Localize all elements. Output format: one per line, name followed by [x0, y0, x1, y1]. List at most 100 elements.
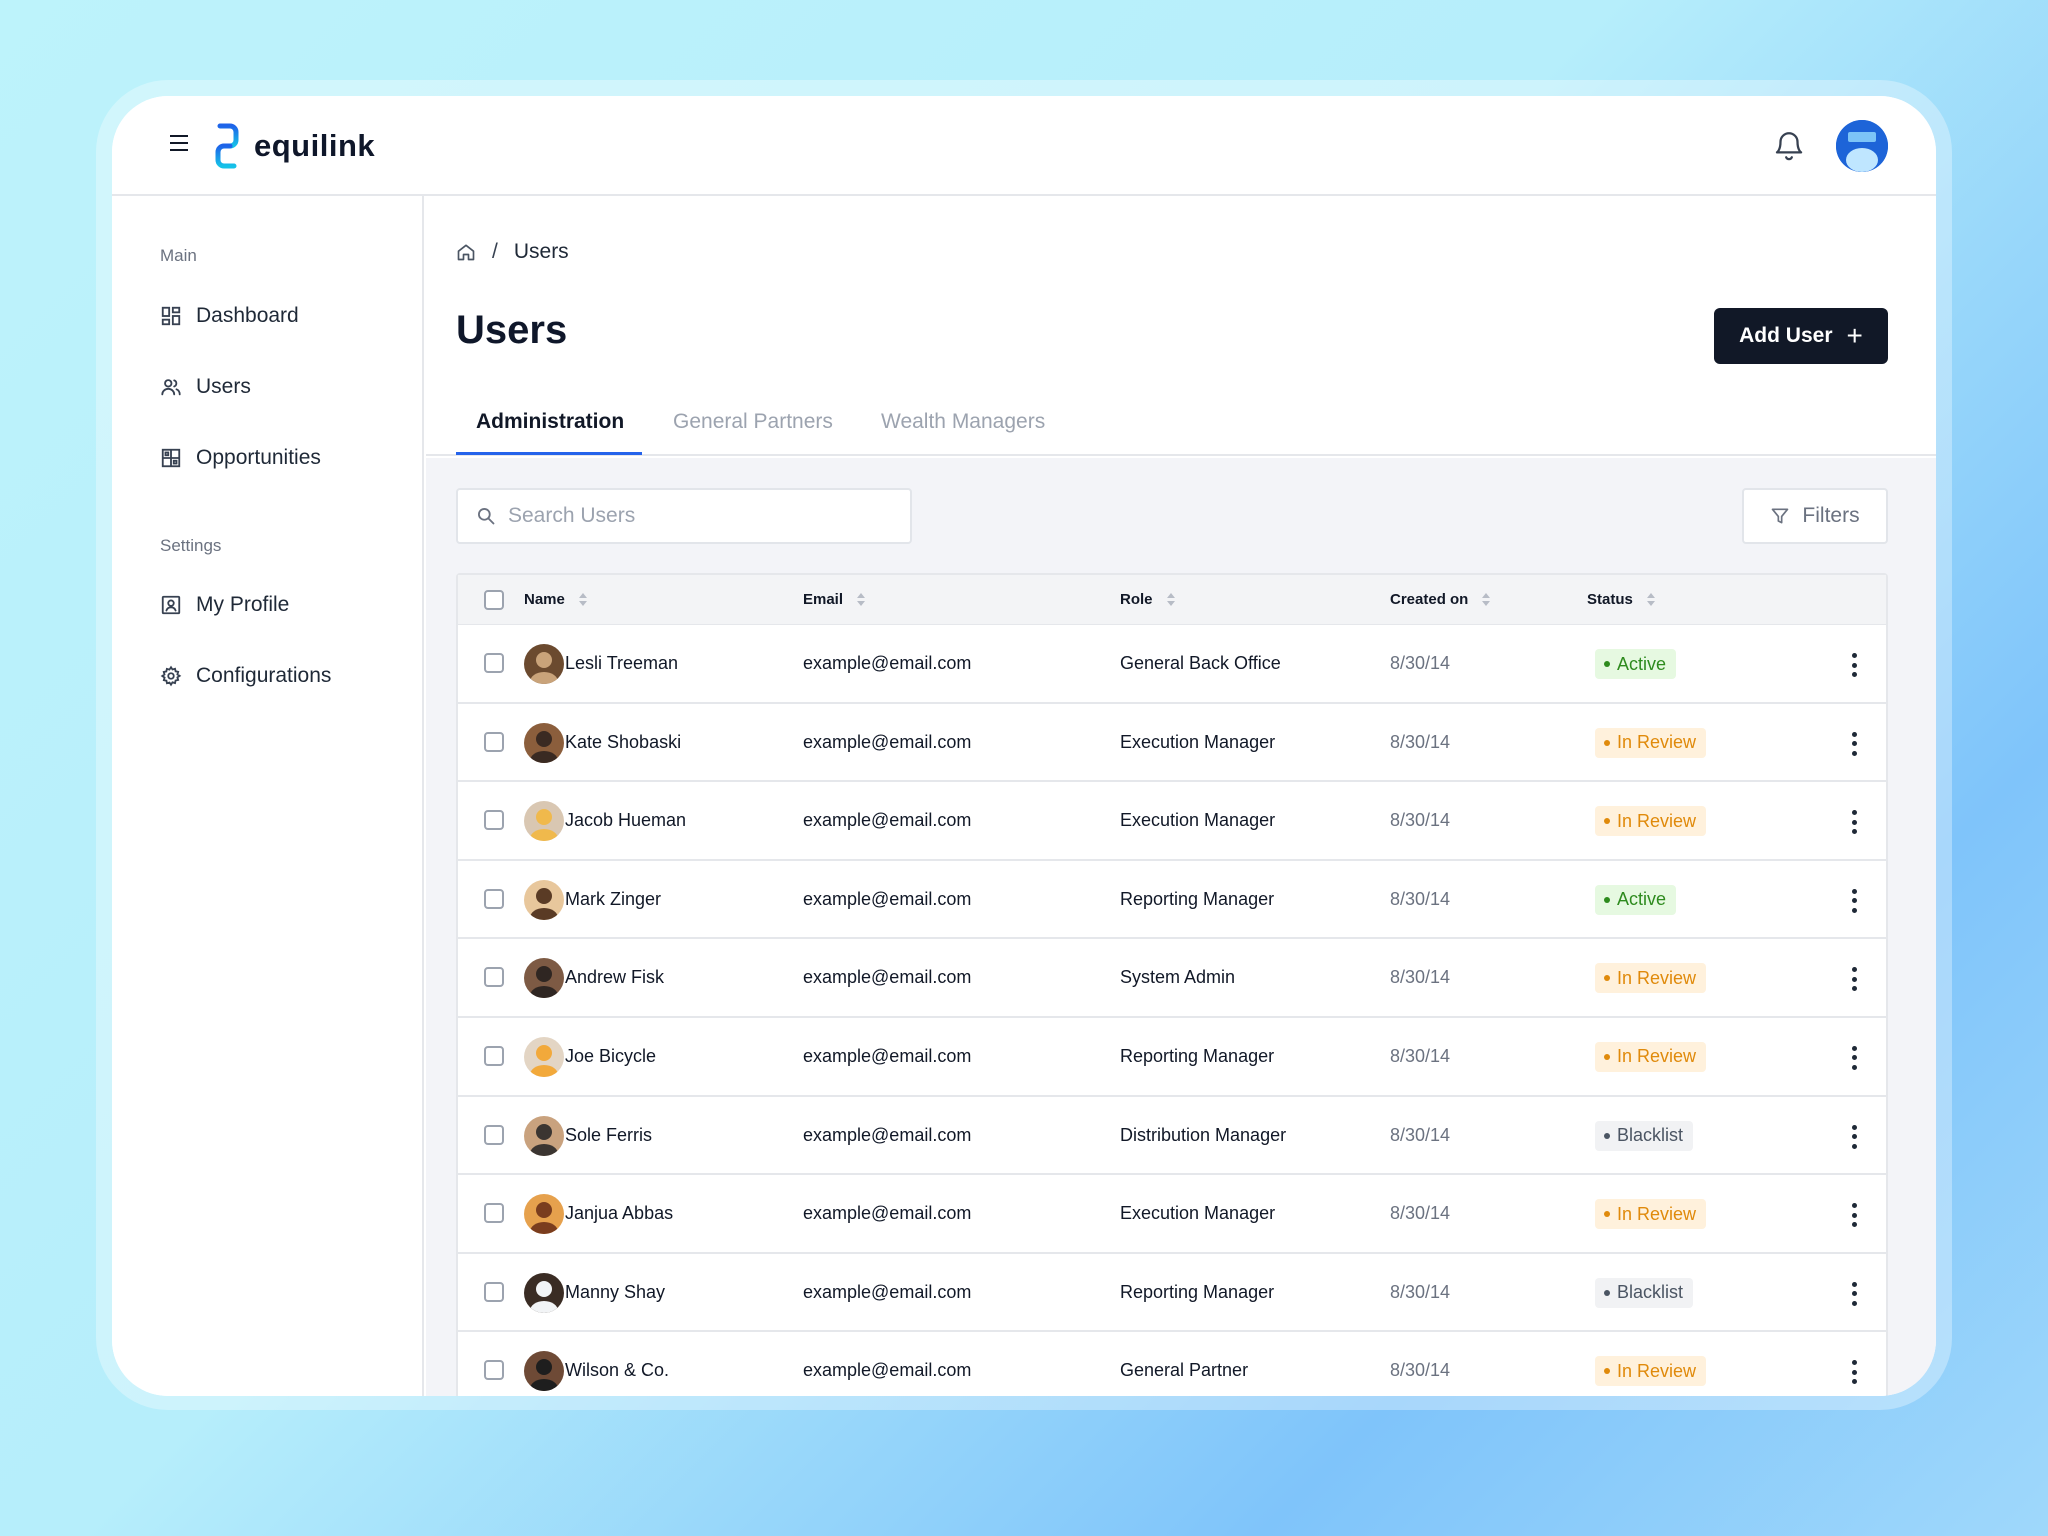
search-input[interactable]	[508, 504, 898, 528]
status-label: In Review	[1617, 732, 1697, 753]
column-header-created-on[interactable]: Created on	[1390, 591, 1491, 608]
table-panel: Filters Name Email Role Created on	[426, 458, 1936, 1396]
row-actions-menu-icon[interactable]	[1844, 807, 1864, 837]
user-avatar[interactable]	[1836, 120, 1888, 172]
table-row[interactable]: Manny Shay example@email.com Reporting Man…	[458, 1253, 1886, 1333]
table-row[interactable]: Jacob Hueman example@email.com Execution M…	[458, 782, 1886, 861]
user-name[interactable]: Lesli Treeman	[565, 653, 678, 674]
home-icon[interactable]	[456, 242, 476, 262]
status-label: Blacklist	[1617, 1282, 1684, 1303]
status-badge: In Review	[1595, 1199, 1707, 1230]
user-name[interactable]: Andrew Fisk	[565, 967, 664, 988]
user-name[interactable]: Joe Bicycle	[565, 1046, 656, 1067]
row-actions-menu-icon[interactable]	[1844, 1043, 1864, 1073]
sidebar-item-my-profile[interactable]: My Profile	[160, 585, 400, 625]
sidebar-item-opportunities[interactable]: Opportunities	[160, 438, 400, 478]
user-role: General Partner	[1120, 1360, 1249, 1381]
row-actions-menu-icon[interactable]	[1844, 1200, 1864, 1230]
created-date: 8/30/14	[1390, 1360, 1451, 1381]
row-actions-menu-icon[interactable]	[1844, 1357, 1864, 1387]
row-actions-menu-icon[interactable]	[1844, 1279, 1864, 1309]
column-header-status[interactable]: Status	[1587, 591, 1655, 608]
user-name[interactable]: Mark Zinger	[565, 889, 661, 910]
row-actions-menu-icon[interactable]	[1844, 886, 1864, 916]
status-label: Active	[1617, 889, 1667, 910]
column-header-role[interactable]: Role	[1120, 591, 1175, 608]
status-label: In Review	[1617, 810, 1697, 831]
row-checkbox[interactable]	[484, 731, 504, 752]
table-row[interactable]: Andrew Fisk example@email.com System Admin…	[458, 939, 1886, 1018]
add-user-label: Add User	[1739, 324, 1833, 347]
row-checkbox[interactable]	[484, 1203, 504, 1224]
user-role: Execution Manager	[1120, 731, 1276, 752]
top-bar: equilink	[112, 96, 1936, 196]
avatar	[524, 1115, 564, 1156]
search-box[interactable]	[456, 488, 912, 544]
sidebar-item-configurations[interactable]: Configurations	[160, 656, 400, 696]
user-email: example@email.com	[803, 1281, 972, 1302]
sidebar-section-settings: Settings	[160, 536, 222, 555]
row-checkbox[interactable]	[484, 1360, 504, 1381]
row-actions-menu-icon[interactable]	[1844, 650, 1864, 680]
row-checkbox[interactable]	[484, 1281, 504, 1302]
avatar	[524, 1194, 564, 1235]
app-window: equilink Main Dashboard Users Opportunit…	[112, 96, 1936, 1396]
status-badge: In Review	[1595, 1356, 1707, 1387]
status-label: In Review	[1617, 1203, 1697, 1224]
table-row[interactable]: Lesli Treeman example@email.com General Ba…	[458, 625, 1886, 704]
status-badge: Active	[1595, 649, 1677, 679]
user-name[interactable]: Sole Ferris	[565, 1125, 652, 1146]
row-checkbox[interactable]	[484, 810, 504, 831]
table-row[interactable]: Joe Bicycle example@email.com Reporting Ma…	[458, 1017, 1886, 1097]
select-all-checkbox[interactable]	[484, 590, 504, 610]
row-actions-menu-icon[interactable]	[1844, 729, 1864, 759]
user-name[interactable]: Wilson & Co.	[565, 1360, 669, 1381]
created-date: 8/30/14	[1390, 653, 1451, 673]
user-role: Execution Manager	[1120, 1203, 1276, 1224]
user-name[interactable]: Jacob Hueman	[565, 810, 686, 831]
table-row[interactable]: Sole Ferris example@email.com Distribution…	[458, 1096, 1886, 1176]
table-row[interactable]: Janjua Abbas example@email.com Execution M…	[458, 1175, 1886, 1254]
column-label: Created on	[1390, 591, 1469, 608]
table-row[interactable]: Mark Zinger example@email.com Reporting Ma…	[458, 860, 1886, 940]
filters-button[interactable]: Filters	[1742, 488, 1888, 544]
status-dot	[1604, 818, 1610, 825]
tab-wealth-managers[interactable]: Wealth Managers	[881, 410, 1045, 434]
hamburger-menu-icon[interactable]	[162, 130, 196, 162]
bell-icon[interactable]	[1772, 128, 1806, 164]
table-row[interactable]: Kate Shobaski example@email.com Execution …	[458, 703, 1886, 783]
sidebar-item-dashboard[interactable]: Dashboard	[160, 296, 400, 336]
brand-logo[interactable]: equilink	[214, 120, 375, 172]
sort-icon	[1166, 592, 1175, 608]
user-name[interactable]: Manny Shay	[565, 1282, 665, 1303]
row-checkbox[interactable]	[484, 1124, 504, 1145]
user-name[interactable]: Janjua Abbas	[565, 1203, 673, 1224]
row-checkbox[interactable]	[484, 967, 504, 988]
users-table: Name Email Role Created on Status Lesli …	[456, 573, 1888, 1396]
add-user-button[interactable]: Add User +	[1714, 308, 1888, 364]
user-name[interactable]: Kate Shobaski	[565, 732, 681, 753]
column-header-email[interactable]: Email	[803, 591, 866, 608]
user-email: example@email.com	[803, 731, 972, 752]
user-role: Distribution Manager	[1120, 1124, 1287, 1145]
table-row[interactable]: Wilson & Co. example@email.com General Par…	[458, 1332, 1886, 1396]
avatar	[524, 1036, 564, 1077]
sidebar-item-label: Opportunities	[196, 446, 321, 469]
status-badge: In Review	[1595, 963, 1707, 994]
row-checkbox[interactable]	[484, 653, 504, 673]
column-header-name[interactable]: Name	[524, 591, 587, 608]
row-actions-menu-icon[interactable]	[1844, 964, 1864, 994]
sidebar-item-users[interactable]: Users	[160, 367, 400, 407]
row-checkbox[interactable]	[484, 888, 504, 909]
created-date: 8/30/14	[1390, 1045, 1451, 1066]
sort-icon	[1482, 592, 1491, 608]
dashboard-icon	[161, 306, 181, 326]
tab-administration[interactable]: Administration	[476, 410, 624, 434]
row-checkbox[interactable]	[484, 1045, 504, 1066]
row-actions-menu-icon[interactable]	[1844, 1122, 1864, 1152]
tab-bar: Administration General Partners Wealth M…	[426, 392, 1936, 456]
tab-general-partners[interactable]: General Partners	[673, 410, 833, 434]
sidebar: Main Dashboard Users Opportunities Setti…	[112, 196, 424, 1396]
created-date: 8/30/14	[1390, 1124, 1451, 1145]
avatar	[524, 1351, 564, 1392]
